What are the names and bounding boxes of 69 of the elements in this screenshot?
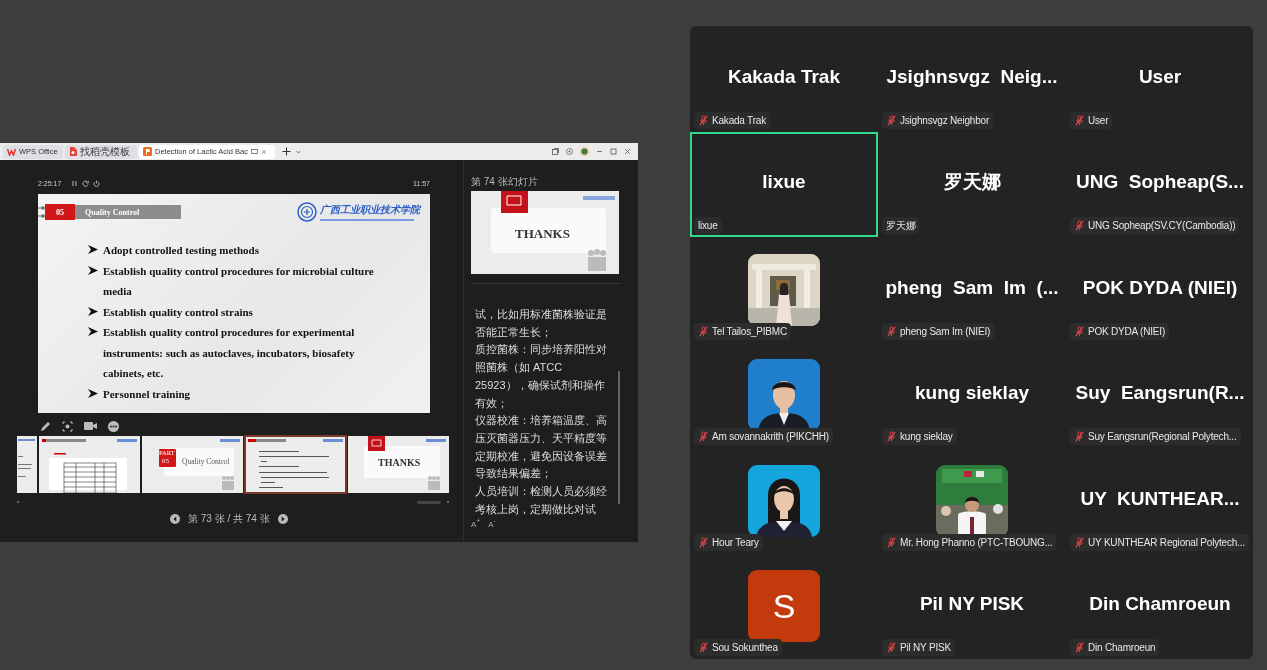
participant-name: Pil NY PISK <box>919 593 1025 616</box>
bullet-text: Adopt controlled testing methods <box>103 243 259 258</box>
name-label: Din Chamroeun <box>1070 639 1160 656</box>
name-label: UNG Sopheap(SV.CY(Cambodia)) <box>1070 217 1240 234</box>
video-tile[interactable]: pheng Sam Im (... pheng Sam Im (NIEI) <box>878 237 1066 343</box>
page-indicator: 第 73 张 / 共 74 张 <box>188 512 270 526</box>
video-tile[interactable]: Mr. Hong Phanno (PTC-TBOUNG... <box>878 448 1066 554</box>
bullet-text: Establish quality control strains <box>103 304 253 320</box>
next-slide-label: 第 74 张幻灯片 <box>471 176 539 188</box>
participant-name: Suy Eangsrun(R... <box>1075 382 1245 405</box>
institute-name: 广西工业职业技术学院 <box>320 203 420 217</box>
section-title: Quality Control <box>75 205 181 219</box>
name-label: kung sieklay <box>882 428 957 445</box>
name-label: Jsighnsvgz Neighbor <box>882 111 994 129</box>
participant-name: pheng Sam Im (... <box>885 276 1059 299</box>
name-label: 罗天娜 <box>882 217 920 234</box>
video-tile[interactable]: Jsighnsvgz Neig... Jsighnsvgz Neighbor <box>878 26 1066 132</box>
slide-title: THANKS <box>515 226 570 242</box>
participant-name: Jsighnsvgz Neig... <box>886 65 1058 88</box>
name-label: Kakada Trak <box>694 111 770 129</box>
video-tile[interactable]: UY KUNTHEAR... UY KUNTHEAR Regional Polytech... <box>1066 448 1253 554</box>
name-label: Sou Sokunthea <box>694 639 782 656</box>
video-tile[interactable]: lixue lixue <box>690 131 878 237</box>
font-size-button[interactable]: A$^{+}$ <box>471 518 481 530</box>
video-tile[interactable]: POK DYDA (NIEI) POK DYDA (NIEI) <box>1066 237 1253 343</box>
name-label: POK DYDA (NIEI) <box>1070 322 1169 340</box>
name-label: Am sovannakrith (PIKCHH) <box>694 428 833 445</box>
name-label: User <box>1070 111 1113 129</box>
video-tile[interactable]: Am sovannakrith (PIKCHH) <box>690 342 878 448</box>
name-label: Suy Eangsrun(Regional Polytech... <box>1070 428 1241 445</box>
font-size-button[interactable]: A$^{-}$ <box>488 518 496 530</box>
browser-tab[interactable]: 找稻壳模板 <box>65 144 137 159</box>
participant-name: User <box>1138 65 1182 88</box>
name-label: Pil NY PISK <box>882 639 955 656</box>
participant-name: Din Chamroeun <box>1089 593 1231 616</box>
video-tile[interactable]: 罗天娜 罗天娜 <box>878 131 1066 237</box>
participant-name: 罗天娜 <box>943 170 1001 195</box>
bullet-text: Establish quality control procedures for experimental instruments: such as autoclaves, incubators, biosafety cabinets, etc. <box>103 325 356 381</box>
section-number: 05 <box>45 204 75 220</box>
speaker-notes-text: 质控菌株：同步培养阳性对照菌株（如 ATCC 25923），确保试剂和操作有效； <box>475 342 608 411</box>
participant-name: kung sieklay <box>914 382 1030 405</box>
participant-name: UY KUNTHEAR... <box>1080 487 1240 510</box>
video-tile[interactable]: Kakada Trak Kakada Trak <box>690 26 878 132</box>
bullet-text: Establish quality control procedures for microbial culture media <box>103 263 375 299</box>
video-tile[interactable]: Din Chamroeun Din Chamroeun <box>1066 553 1253 659</box>
participant-name: Kakada Trak <box>728 65 840 88</box>
video-tile[interactable]: Hour Teary <box>690 448 878 554</box>
video-tile[interactable]: UNG Sopheap(S... UNG Sopheap(SV.CY(Cambodia)) <box>1066 131 1253 237</box>
name-label: Tel Tailos_PIBMC <box>694 322 791 340</box>
speaker-notes-text: 试，比如用标准菌株验证是否能正常生长； <box>475 307 608 340</box>
participant-name: UNG Sopheap(S... <box>1076 171 1244 194</box>
name-label: Mr. Hong Phanno (PTC-TBOUNG... <box>882 533 1057 551</box>
name-label: pheng Sam Im (NIEI) <box>882 322 995 340</box>
video-tile[interactable]: Suy Eangsrun(R... Suy Eangsrun(Regional Polytech... <box>1066 342 1253 448</box>
name-label: UY KUNTHEAR Regional Polytech... <box>1070 533 1249 551</box>
video-tile[interactable]: Pil NY PISK Pil NY PISK <box>878 553 1066 659</box>
video-tile[interactable]: Tel Tailos_PIBMC <box>690 237 878 343</box>
name-label: Hour Teary <box>694 533 763 551</box>
thumbnail-title: THANKS <box>378 457 421 468</box>
video-tile[interactable]: User User <box>1066 26 1253 132</box>
speaker-notes-text: 仪器校准：培养箱温度、高压灭菌器压力、天平精度等定期校准，避免因设备误差导致结果偏差； <box>475 413 608 482</box>
video-tile[interactable]: kung sieklay kung sieklay <box>878 342 1066 448</box>
avatar: S <box>748 570 820 643</box>
participant-name: lixue <box>762 171 806 194</box>
name-label: lixue <box>694 217 722 234</box>
speaker-notes-text: 人员培训：检测人员必须经考核上岗，定期做比对试 <box>475 484 608 517</box>
bullet-text: Personnel training <box>103 386 191 402</box>
participant-name: POK DYDA (NIEI) <box>1082 276 1238 299</box>
video-tile[interactable]: S Sou Sokunthea <box>690 553 878 659</box>
